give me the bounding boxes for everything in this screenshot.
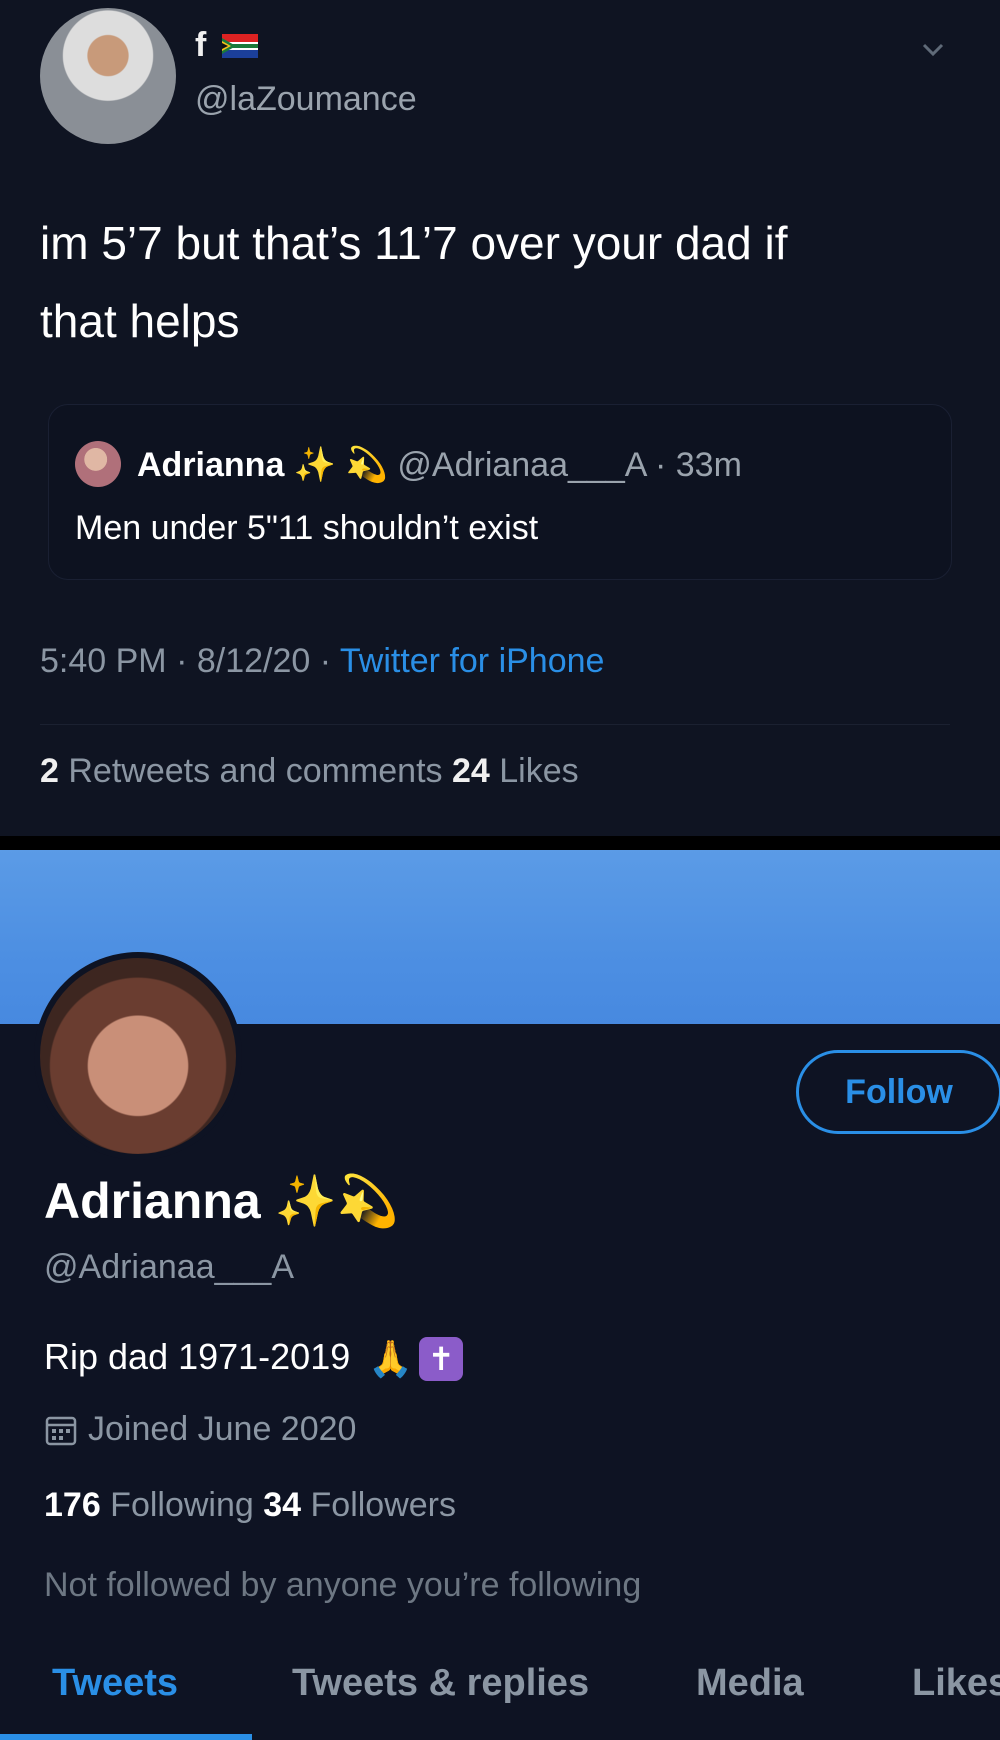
tweet-stats: 2 Retweets and comments 24 Likes <box>40 752 579 791</box>
follow-counts: 176 Following 34 Followers <box>44 1486 456 1525</box>
sparkles-icon: ✨ <box>293 446 337 484</box>
profile-handle: @Adrianaa___A <box>44 1248 295 1286</box>
quoted-tweet-card[interactable]: Adrianna ✨ 💫 @Adrianaa___A · 33m Men und… <box>48 404 952 580</box>
retweets-count[interactable]: 2 <box>40 752 59 790</box>
retweets-label[interactable]: Retweets and comments <box>59 752 452 790</box>
bio-text: Rip dad 1971-2019 <box>44 1336 351 1377</box>
not-followed-notice: Not followed by anyone you’re following <box>44 1566 642 1604</box>
divider <box>40 724 950 725</box>
followers-label[interactable]: Followers <box>301 1486 457 1524</box>
followers-count[interactable]: 34 <box>263 1486 301 1524</box>
cross-icon: ✝ <box>419 1337 464 1382</box>
tab-tweets[interactable]: Tweets <box>52 1662 178 1705</box>
author-handle[interactable]: @laZoumance <box>195 80 417 119</box>
tweet-timestamp: 5:40 PM · 8/12/20 · <box>40 642 340 680</box>
profile-avatar[interactable] <box>34 952 242 1160</box>
profile-panel: Follow Adrianna ✨💫 @Adrianaa___A Rip dad… <box>0 850 1000 1740</box>
south-africa-flag-icon <box>222 34 258 58</box>
chevron-down-icon[interactable] <box>918 34 948 64</box>
tweet-panel: f @laZoumance im 5’7 but that’s 11’7 ove… <box>0 0 1000 836</box>
quoted-text: Men under 5"11 shouldn’t exist <box>75 509 539 547</box>
sparkles-icon: ✨ <box>274 1173 337 1229</box>
calendar-icon <box>45 1416 77 1445</box>
joined-text: Joined June 2020 <box>88 1410 357 1448</box>
tab-media[interactable]: Media <box>696 1662 804 1705</box>
likes-count[interactable]: 24 <box>452 752 490 790</box>
following-label[interactable]: Following <box>101 1486 264 1524</box>
tweet-text-line: im 5’7 but that’s 11’7 over your dad if <box>40 217 788 269</box>
tweet-text-line: that helps <box>40 295 240 347</box>
quoted-name: Adrianna <box>137 446 285 484</box>
praying-hands-icon: 🙏 <box>368 1338 414 1380</box>
author-avatar[interactable] <box>40 8 176 144</box>
profile-tabs: Tweets Tweets & replies Media Likes <box>0 1652 1000 1740</box>
active-tab-indicator <box>0 1734 252 1740</box>
dizzy-icon: 💫 <box>345 446 398 484</box>
quoted-handle-time: @Adrianaa___A · 33m <box>397 446 742 484</box>
tweet-meta: 5:40 PM · 8/12/20 · Twitter for iPhone <box>40 642 604 681</box>
screenshot-separator <box>0 836 1000 850</box>
tab-tweets-replies[interactable]: Tweets & replies <box>292 1662 589 1705</box>
joined-date: Joined June 2020 <box>44 1410 356 1449</box>
tweet-text: im 5’7 but that’s 11’7 over your dad if … <box>40 204 940 360</box>
follow-button[interactable]: Follow <box>796 1050 1000 1134</box>
likes-label[interactable]: Likes <box>490 752 578 790</box>
author-name[interactable]: f <box>195 26 206 65</box>
quoted-header: Adrianna ✨ 💫 @Adrianaa___A · 33m <box>137 445 742 485</box>
tweet-source-link[interactable]: Twitter for iPhone <box>340 642 605 680</box>
profile-name: Adrianna ✨💫 <box>44 1172 399 1231</box>
profile-bio: Rip dad 1971-2019 🙏 ✝ <box>44 1336 464 1382</box>
dizzy-icon: 💫 <box>336 1173 400 1229</box>
quoted-avatar <box>75 441 121 487</box>
following-count[interactable]: 176 <box>44 1486 101 1524</box>
tab-likes[interactable]: Likes <box>912 1662 1000 1705</box>
profile-name-text: Adrianna <box>44 1173 261 1229</box>
